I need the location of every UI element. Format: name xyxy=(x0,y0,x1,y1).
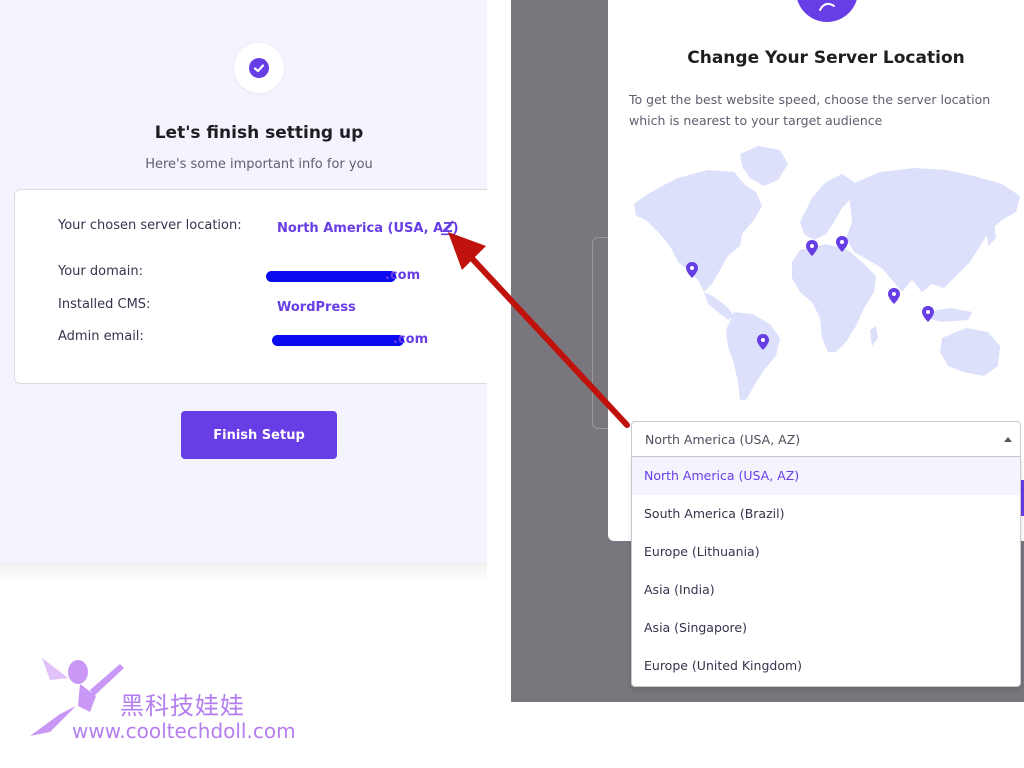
modal-description: To get the best website speed, choose th… xyxy=(629,92,991,128)
admin-email-label: Admin email: xyxy=(58,329,144,344)
option-north-america[interactable]: North America (USA, AZ) xyxy=(632,457,1020,495)
edit-pencil-icon[interactable] xyxy=(439,218,457,236)
location-pin-icon[interactable] xyxy=(922,306,934,322)
email-redaction xyxy=(272,335,404,346)
check-badge xyxy=(234,43,284,93)
domain-redaction xyxy=(266,271,396,282)
option-south-america[interactable]: South America (Brazil) xyxy=(632,495,1020,533)
panel-shadow xyxy=(0,562,487,582)
option-asia-singapore[interactable]: Asia (Singapore) xyxy=(632,609,1020,647)
select-current-value: North America (USA, AZ) xyxy=(645,432,801,447)
finish-setup-button[interactable]: Finish Setup xyxy=(181,411,337,459)
server-location-dropdown: North America (USA, AZ) South America (B… xyxy=(631,457,1021,687)
world-map xyxy=(634,146,1020,400)
server-location-label: Your chosen server location: xyxy=(58,218,242,233)
setup-title: Let's finish setting up xyxy=(154,123,364,143)
modal-title: Change Your Server Location xyxy=(687,48,965,68)
admin-email-value: .com xyxy=(393,332,429,347)
watermark-url: www.cooltechdoll.com xyxy=(72,719,296,743)
check-icon xyxy=(253,64,265,73)
domain-value: .com xyxy=(385,268,421,283)
option-europe-uk[interactable]: Europe (United Kingdom) xyxy=(632,647,1020,685)
cms-label: Installed CMS: xyxy=(58,297,151,312)
server-location-select[interactable]: North America (USA, AZ) xyxy=(631,421,1021,457)
domain-label: Your domain: xyxy=(58,264,143,279)
server-location-value: North America (USA, AZ) xyxy=(277,221,459,236)
option-asia-india[interactable]: Asia (India) xyxy=(632,571,1020,609)
option-europe-lithuania[interactable]: Europe (Lithuania) xyxy=(632,533,1020,571)
cms-value: WordPress xyxy=(277,300,356,315)
location-pin-icon[interactable] xyxy=(888,288,900,304)
globe-icon xyxy=(819,2,835,11)
setup-info-card: Your chosen server location: North Ameri… xyxy=(14,189,504,384)
finish-setup-panel: Let's finish setting up Here's some impo… xyxy=(0,0,504,562)
watermark-text: 黑科技娃娃 xyxy=(120,692,245,720)
setup-subtitle: Here's some important info for you xyxy=(145,157,373,172)
modal-header-icon xyxy=(796,0,858,22)
caret-up-icon[interactable] xyxy=(1004,437,1012,442)
